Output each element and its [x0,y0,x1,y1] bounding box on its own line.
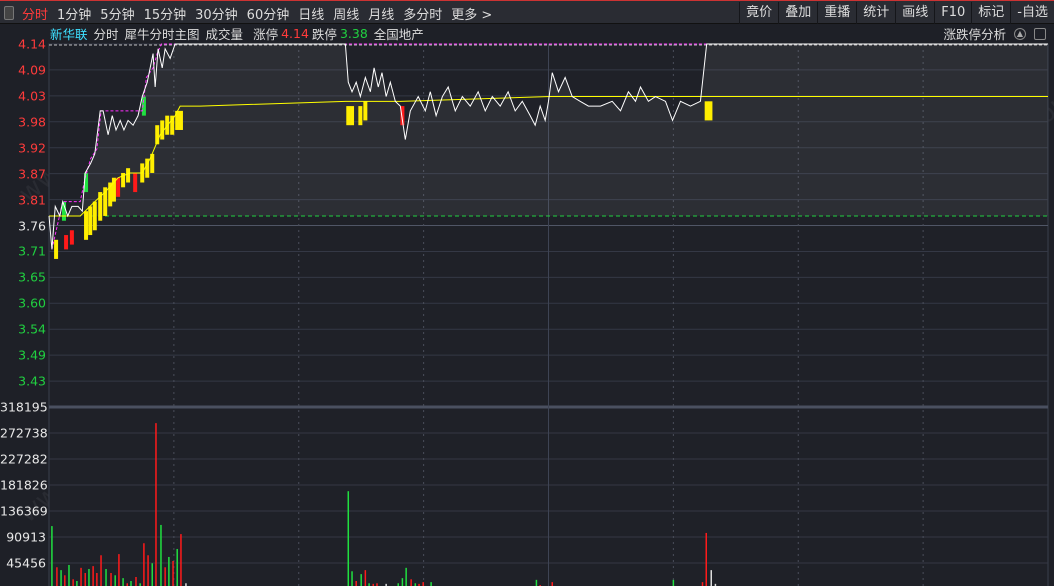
indicator-bar [69,230,74,245]
price-axis-label: 4.14 [18,36,46,52]
price-axis-label: 3.87 [18,166,46,182]
price-axis-label: 3.43 [18,373,46,389]
indicator-bar [363,101,368,121]
indicator-bar [708,101,713,121]
volume-axis-label: 227282 [0,451,48,467]
price-axis-label: 3.54 [18,321,46,337]
indicator-bar [116,177,121,197]
price-axis-label: 4.03 [18,88,46,104]
price-axis-label: 3.92 [18,140,46,156]
price-axis-label: 3.98 [18,114,46,130]
volume-axis-label: 45456 [6,555,46,571]
indicator-bar [358,106,363,126]
price-axis-label: 4.09 [18,62,46,78]
indicator-bar [178,110,183,130]
indicator-bar [350,106,355,126]
indicator-bar [54,239,59,259]
indicator-bar [88,206,93,236]
price-axis-label: 3.81 [18,192,46,208]
indicator-bar [133,172,138,193]
volume-axis-label: 136369 [0,503,48,519]
price-axis-label: 3.71 [18,243,46,259]
volume-axis-label: 272738 [0,425,48,441]
indicator-bar [170,115,175,135]
indicator-bar [64,235,69,250]
indicator-bar [126,168,131,183]
volume-axis-label: 181826 [0,477,48,493]
volume-axis-label: 90913 [6,529,46,545]
indicator-bar [84,211,89,240]
price-axis-label: 3.65 [18,269,46,285]
volume-axis-label: 318195 [0,399,48,415]
intraday-chart[interactable] [0,0,1054,586]
indicator-bar [704,101,709,121]
price-axis-label: 3.49 [18,347,46,363]
indicator-bar [346,106,351,126]
price-axis-label: 3.76 [18,218,46,233]
indicator-bar [92,201,97,231]
price-axis-label: 3.60 [18,295,46,311]
